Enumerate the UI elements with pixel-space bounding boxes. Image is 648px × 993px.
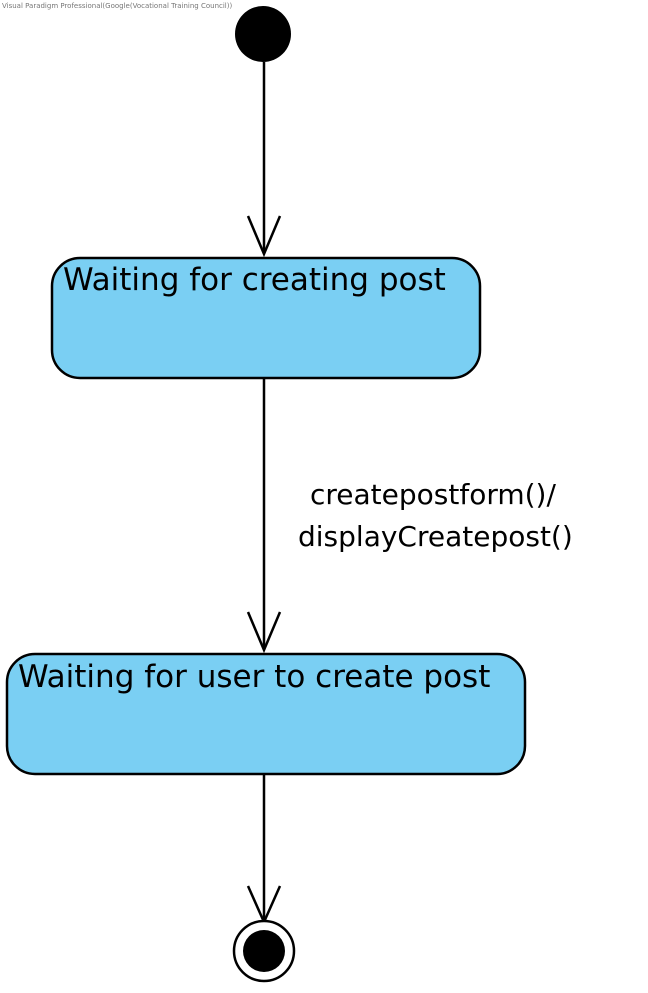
transition-action-label: displayCreatepost() [298,520,573,553]
state-waiting-for-creating-post[interactable]: Waiting for creating post [50,256,482,380]
final-node[interactable] [232,919,296,983]
transition-to-final[interactable] [246,774,282,926]
state-machine-diagram: Waiting for creating post createpostform… [5,6,573,983]
state-name: Waiting for user to create post [18,659,490,695]
state-waiting-for-user-to-create-post[interactable]: Waiting for user to create post [5,652,527,776]
transition-initial-to-waiting-creating[interactable] [246,62,282,258]
transition-createpostform[interactable] [246,378,282,654]
transition-guard-label: createpostform()/ [310,478,556,511]
state-name: Waiting for creating post [63,262,446,298]
initial-node[interactable] [235,6,291,62]
